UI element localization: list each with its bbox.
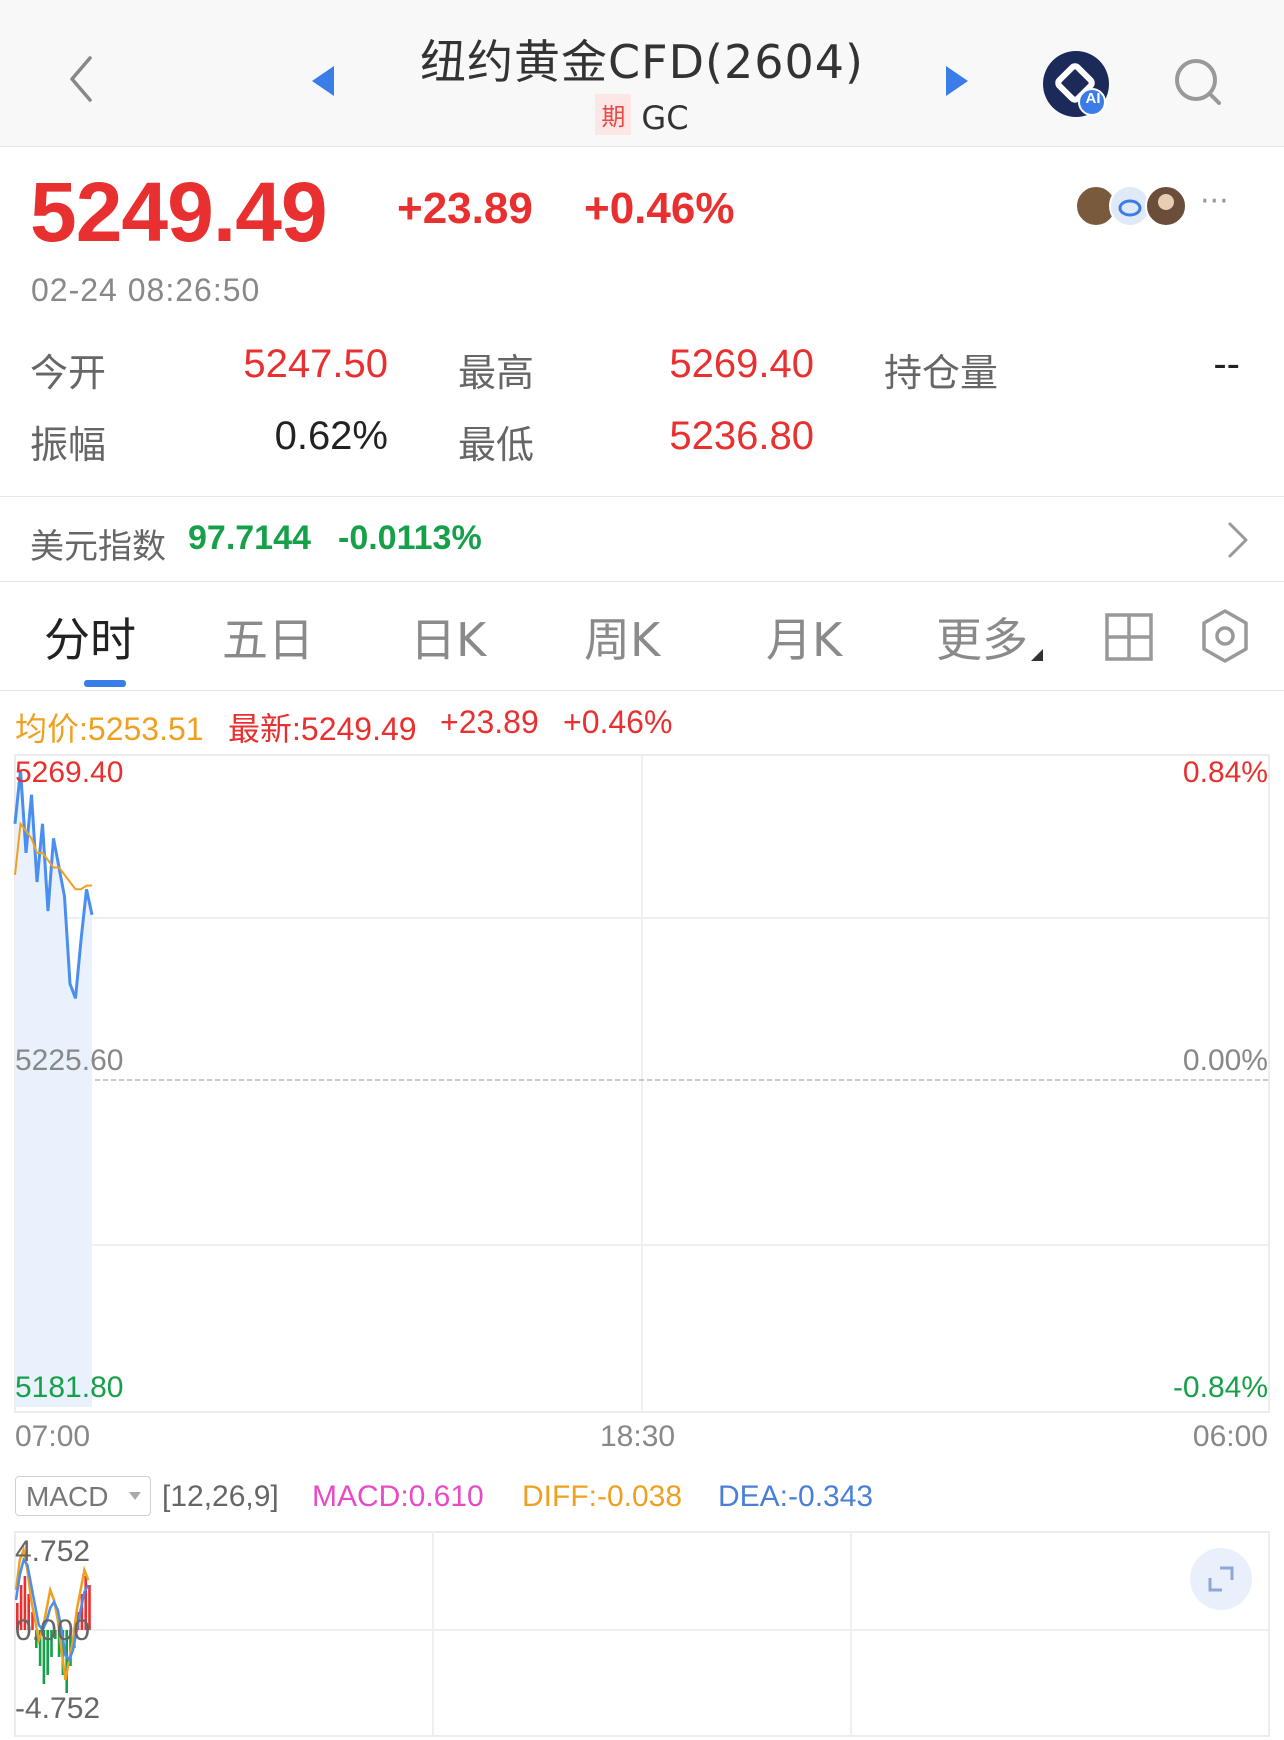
pct-axis-top-label: 0.84% bbox=[1182, 756, 1268, 789]
divider bbox=[0, 690, 1284, 691]
latest-price-label: 最新:5249.49 bbox=[228, 711, 417, 747]
community-avatars[interactable] bbox=[1074, 184, 1190, 228]
macd-y-top-label: 4.752 bbox=[15, 1535, 91, 1568]
expand-icon bbox=[1208, 1566, 1234, 1592]
tab-weekly-k[interactable]: 周K bbox=[584, 604, 660, 670]
active-tab-indicator bbox=[84, 680, 126, 687]
macd-y-mid-label: 0.000 bbox=[15, 1614, 91, 1647]
amplitude-value: 0.62% bbox=[274, 414, 388, 458]
chart-frame bbox=[14, 1531, 1270, 1737]
open-value: 5247.50 bbox=[243, 342, 388, 386]
macd-chart[interactable] bbox=[0, 1530, 1284, 1740]
next-instrument-icon[interactable] bbox=[944, 64, 970, 98]
dollar-index-label: 美元指数 bbox=[30, 527, 166, 567]
macd-diff: DIFF:-0.038 bbox=[522, 1480, 683, 1513]
y-axis-top-label: 5269.40 bbox=[15, 756, 124, 789]
expand-chart-button[interactable] bbox=[1190, 1548, 1252, 1610]
tab-daily-k[interactable]: 日K bbox=[410, 604, 486, 670]
settings-icon[interactable] bbox=[1198, 608, 1252, 664]
ai-badge: AI bbox=[1085, 90, 1101, 107]
open-interest-label: 持仓量 bbox=[884, 351, 999, 395]
macd-value: MACD:0.610 bbox=[312, 1480, 484, 1513]
chevron-right-icon bbox=[1228, 522, 1248, 558]
dollar-index-value: 97.7144 bbox=[188, 519, 311, 557]
open-interest-value: -- bbox=[1213, 342, 1240, 386]
tab-five-day[interactable]: 五日 bbox=[222, 604, 314, 670]
indicator-selector[interactable]: MACD bbox=[15, 1476, 151, 1516]
price-change-pct: +0.46% bbox=[584, 184, 735, 233]
low-value: 5236.80 bbox=[669, 414, 814, 458]
ai-assistant-icon bbox=[1043, 51, 1109, 117]
tab-more[interactable]: 更多 bbox=[936, 604, 1028, 670]
divider bbox=[0, 581, 1284, 582]
macd-dea: DEA:-0.343 bbox=[718, 1480, 874, 1513]
indicator-selector-value: MACD bbox=[26, 1481, 109, 1512]
quote-timestamp: 02-24 08:26:50 bbox=[31, 272, 261, 308]
latest-change-pct: +0.46% bbox=[563, 704, 673, 740]
avg-price-label: 均价:5253.51 bbox=[15, 711, 204, 747]
macd-params: [12,26,9] bbox=[162, 1480, 279, 1513]
open-label: 今开 bbox=[30, 351, 107, 395]
dollar-index-change: -0.0113% bbox=[338, 519, 482, 557]
macd-y-bottom-label: -4.752 bbox=[15, 1692, 101, 1725]
grid-layout-icon[interactable] bbox=[1104, 612, 1154, 662]
ai-assistant-button[interactable]: AI bbox=[1040, 48, 1112, 120]
intraday-chart[interactable] bbox=[0, 750, 1284, 1418]
price-series-group bbox=[13, 769, 94, 1407]
pct-axis-bottom-label: -0.84% bbox=[1172, 1371, 1268, 1404]
instrument-code: GC bbox=[641, 99, 689, 137]
x-axis-end-label: 06:00 bbox=[1192, 1420, 1268, 1453]
latest-change: +23.89 bbox=[440, 704, 539, 740]
price-change: +23.89 bbox=[397, 184, 533, 233]
dollar-index-row[interactable]: 美元指数 97.7144 -0.0113% bbox=[0, 497, 1284, 581]
pct-axis-mid-label: 0.00% bbox=[1182, 1044, 1268, 1077]
y-axis-mid-label: 5225.60 bbox=[15, 1044, 124, 1077]
x-axis-mid-label: 18:30 bbox=[600, 1420, 676, 1453]
high-value: 5269.40 bbox=[669, 342, 814, 386]
tab-intraday[interactable]: 分时 bbox=[44, 604, 136, 670]
search-icon[interactable] bbox=[1172, 56, 1224, 108]
nav-header: 纽约黄金CFD(2604) 期 GC AI bbox=[0, 0, 1284, 147]
high-label: 最高 bbox=[458, 351, 535, 395]
x-axis-start-label: 07:00 bbox=[15, 1420, 91, 1453]
last-price: 5249.49 bbox=[30, 165, 328, 259]
price-area-fill bbox=[15, 770, 92, 1407]
chevron-down-icon bbox=[129, 1492, 141, 1500]
y-axis-bottom-label: 5181.80 bbox=[15, 1371, 124, 1404]
amplitude-label: 振幅 bbox=[30, 423, 107, 467]
futures-tag: 期 bbox=[595, 94, 632, 135]
avatar-group-icon bbox=[1075, 185, 1187, 227]
more-options-button[interactable]: ··· bbox=[1200, 184, 1229, 219]
tab-monthly-k[interactable]: 月K bbox=[766, 604, 842, 670]
low-label: 最低 bbox=[458, 423, 535, 467]
dropdown-corner-icon bbox=[1031, 649, 1043, 661]
